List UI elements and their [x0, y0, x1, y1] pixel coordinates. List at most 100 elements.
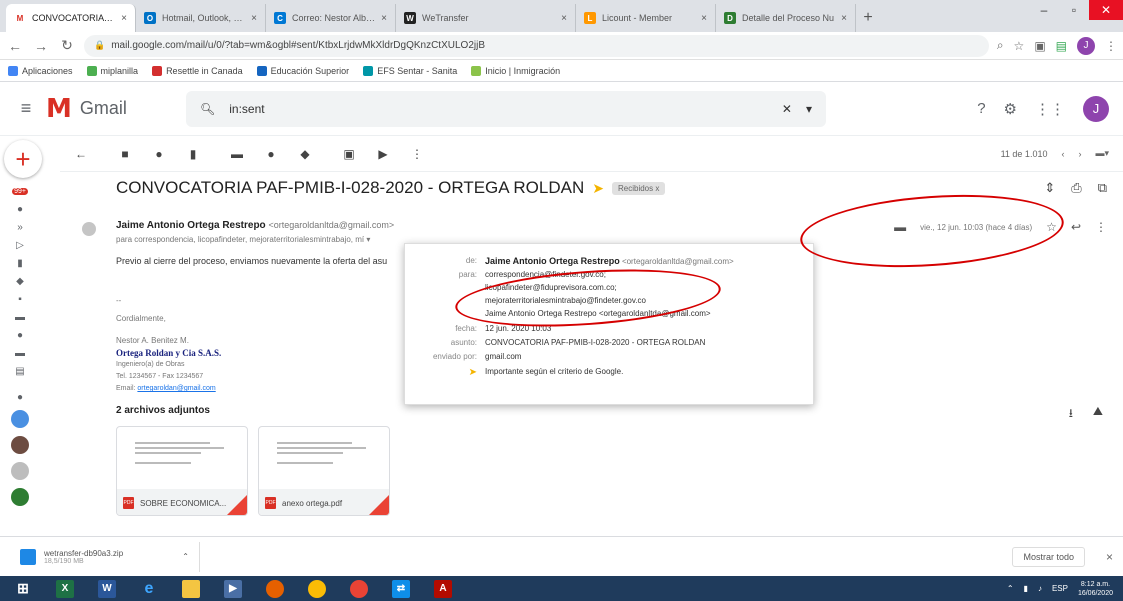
signature-email-link[interactable]: ortegaroldan@gmail.com	[137, 385, 215, 392]
tab-gmail[interactable]: M CONVOCATORIA PAF-P ×	[6, 4, 136, 32]
bookmark-apps[interactable]: Aplicaciones	[8, 65, 73, 76]
apps-grid-icon[interactable]: ⋮⋮	[1035, 100, 1065, 118]
search-input[interactable]: in:sent	[229, 102, 768, 116]
folder-icon[interactable]: ▬	[13, 310, 27, 324]
bookmark-resettle[interactable]: Resettle in Canada	[152, 65, 243, 76]
minimize-icon[interactable]: –	[1029, 0, 1059, 20]
compose-button[interactable]: +	[4, 140, 42, 178]
inbox-icon[interactable]: 99+	[12, 184, 28, 198]
attachment-card[interactable]: PDF SOBRE ECONOMICA...	[116, 426, 248, 516]
file-explorer-icon[interactable]	[182, 579, 200, 598]
delete-icon[interactable]: ▮	[186, 147, 200, 161]
keyboard-icon[interactable]: ▤	[13, 364, 27, 378]
media-player-icon[interactable]: ▶	[224, 579, 242, 598]
search-bar[interactable]: 🔍︎ in:sent ✕ ▾	[186, 90, 826, 127]
labels-icon[interactable]: ▶	[376, 147, 390, 161]
close-tab-icon[interactable]: ×	[561, 13, 567, 24]
importance-marker-icon[interactable]: ➤	[592, 180, 604, 197]
chat-icon[interactable]: ●	[13, 328, 27, 342]
clock[interactable]: 8:12 a.m. 16/06/2020	[1078, 580, 1113, 598]
close-tab-icon[interactable]: ×	[251, 13, 257, 24]
bookmark-star-icon[interactable]: ☆	[1014, 39, 1025, 53]
contact-avatar[interactable]	[11, 488, 29, 506]
label-icon[interactable]: ◆	[13, 274, 27, 288]
account-avatar[interactable]: J	[1083, 95, 1109, 122]
back-to-list-icon[interactable]: ←	[74, 147, 88, 161]
contact-avatar[interactable]	[11, 410, 29, 428]
main-menu-icon[interactable]: ≡	[6, 98, 46, 119]
bookmark-inmigracion[interactable]: Inicio | Inmigración	[471, 65, 560, 76]
message-more-icon[interactable]: ⋮	[1095, 220, 1107, 234]
sender-name[interactable]: Jaime Antonio Ortega Restrepo	[116, 220, 266, 231]
attachment-card[interactable]: PDF anexo ortega.pdf	[258, 426, 390, 516]
input-tools-icon[interactable]: ▬▾	[1095, 148, 1109, 159]
acrobat-icon[interactable]: A	[434, 579, 452, 598]
sent-icon[interactable]: ▷	[13, 238, 27, 252]
volume-icon[interactable]: ♪	[1038, 584, 1042, 593]
mark-unread-icon[interactable]: ▬	[230, 147, 244, 161]
clear-search-icon[interactable]: ✕	[782, 102, 792, 116]
snoozed-icon[interactable]: »	[13, 220, 27, 234]
close-tab-icon[interactable]: ×	[381, 13, 387, 24]
older-icon[interactable]: ‹	[1061, 149, 1064, 159]
close-tab-icon[interactable]: ×	[701, 13, 707, 24]
archive-icon[interactable]: ■	[118, 147, 132, 161]
bookmark-miplanilla[interactable]: miplanilla	[86, 65, 138, 76]
chrome-icon[interactable]	[308, 579, 326, 598]
extension-icon[interactable]: ▣	[1034, 39, 1045, 53]
close-tab-icon[interactable]: ×	[841, 13, 847, 24]
url-field[interactable]: 🔒 mail.google.com/mail/u/0/?tab=wm&ogbl#…	[84, 34, 989, 57]
network-icon[interactable]: ▮	[1024, 584, 1028, 593]
tab-correo[interactable]: C Correo: Nestor Alberto ×	[266, 4, 396, 32]
inbox-label-chip[interactable]: Recibidos x	[611, 181, 666, 195]
maximize-icon[interactable]: ▫	[1059, 0, 1089, 20]
starred-icon[interactable]: ●	[13, 202, 27, 216]
bookmark-educacion[interactable]: Educación Superior	[256, 65, 349, 76]
profile-avatar[interactable]: J	[1077, 36, 1095, 55]
start-icon[interactable]: ⊞	[14, 580, 32, 598]
close-downloads-icon[interactable]: ×	[1106, 550, 1113, 564]
language-indicator[interactable]: ESP	[1052, 584, 1068, 593]
edge-icon[interactable]: e	[140, 580, 158, 598]
contact-avatar[interactable]	[11, 436, 29, 454]
expand-all-icon[interactable]: ⇕	[1044, 180, 1055, 196]
more-labels-icon[interactable]: ▪	[13, 292, 27, 306]
print-icon[interactable]: ⎙	[1071, 180, 1081, 196]
search-icon[interactable]: 🔍︎	[200, 102, 215, 116]
tab-licount[interactable]: L Licount - Member ×	[576, 4, 716, 32]
report-spam-icon[interactable]: ●	[152, 147, 166, 161]
sender-avatar[interactable]	[82, 222, 96, 236]
settings-gear-icon[interactable]: ⚙	[1004, 100, 1017, 118]
show-all-button[interactable]: Mostrar todo	[1012, 546, 1085, 567]
reload-icon[interactable]: ↻	[58, 37, 76, 54]
add-to-tasks-icon[interactable]: ◆	[298, 147, 312, 161]
move-to-icon[interactable]: ▣	[342, 147, 356, 161]
contact-avatar[interactable]	[11, 462, 29, 480]
from-name[interactable]: Jaime Antonio Ortega Restrepo	[485, 256, 620, 266]
recipients-line[interactable]: para correspondencia, licopafindeter, me…	[116, 235, 370, 244]
tray-arrow-icon[interactable]: ⌃	[1007, 584, 1014, 593]
reply-icon[interactable]: ↩	[1071, 220, 1081, 234]
hangouts-icon[interactable]: ●	[13, 390, 27, 404]
new-tab-button[interactable]: +	[856, 4, 880, 32]
teamviewer-icon[interactable]: ⇄	[392, 579, 410, 598]
firefox-icon[interactable]	[266, 579, 284, 598]
close-tab-icon[interactable]: ×	[121, 13, 127, 24]
download-item[interactable]: wetransfer-db90a3.zip 18,5/190 MB ⌃	[20, 541, 200, 572]
bookmark-efs[interactable]: EFS Sentar - Sanita	[363, 65, 457, 76]
download-all-icon[interactable]: ⭳	[1069, 404, 1073, 425]
search-options-icon[interactable]: ▾	[806, 102, 812, 116]
show-details-icon[interactable]: ▾	[366, 235, 370, 244]
newer-icon[interactable]: ›	[1078, 149, 1081, 159]
window-close-icon[interactable]: ✕	[1089, 0, 1123, 20]
new-window-icon[interactable]: ⧉	[1098, 180, 1107, 196]
meet-icon[interactable]: ▬	[13, 346, 27, 360]
support-icon[interactable]: ?	[977, 100, 985, 117]
drafts-icon[interactable]: ▮	[13, 256, 27, 270]
extension-green-icon[interactable]: ▤	[1056, 39, 1067, 53]
chrome-menu-icon[interactable]: ⋮	[1105, 39, 1117, 53]
tab-wetransfer[interactable]: W WeTransfer ×	[396, 4, 576, 32]
download-menu-icon[interactable]: ⌃	[182, 552, 189, 561]
zoom-icon[interactable]: ⌕	[997, 38, 1004, 53]
tab-secop[interactable]: D Detalle del Proceso Nu ×	[716, 4, 856, 32]
